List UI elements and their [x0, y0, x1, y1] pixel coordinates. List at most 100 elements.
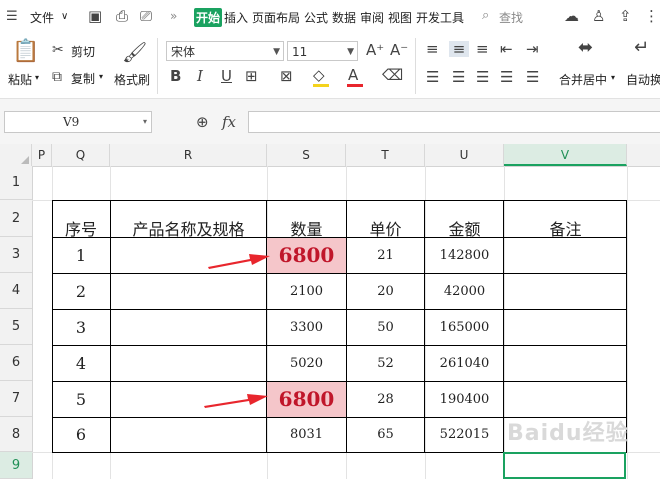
tab-developer[interactable]: 开发工具	[416, 9, 464, 26]
table-cell-price[interactable]: 65	[346, 427, 425, 442]
merge-cells-icon[interactable]: ⬌	[578, 39, 593, 57]
indent-decrease-icon[interactable]: ⇤	[500, 41, 513, 57]
table-header-cell[interactable]: 单价	[346, 216, 425, 240]
table-cell-amount[interactable]: 142800	[425, 248, 504, 263]
share-icon[interactable]: ⇪	[619, 8, 632, 24]
wrap-text-icon[interactable]: ↵	[634, 39, 649, 57]
row-header[interactable]: 7	[0, 381, 32, 417]
tab-data[interactable]: 数据	[332, 9, 356, 26]
table-header-cell[interactable]: 金额	[425, 216, 504, 240]
menu-file[interactable]: 文件	[30, 9, 54, 26]
fill-color-icon[interactable]: ◇	[313, 67, 325, 83]
cloud-sync-icon[interactable]: ☁	[564, 8, 579, 24]
distributed-icon[interactable]: ☰	[526, 69, 539, 85]
table-header-cell[interactable]: 数量	[267, 216, 346, 240]
table-cell-qty[interactable]: 8031	[267, 427, 346, 442]
table-cell-qty-highlight[interactable]: 6800	[267, 387, 346, 411]
column-header[interactable]: S	[267, 144, 346, 166]
save-icon[interactable]: ▣	[88, 8, 102, 24]
table-header-cell[interactable]: 产品名称及规格	[110, 216, 267, 240]
table-cell-amount[interactable]: 522015	[425, 427, 504, 442]
table-cell-qty[interactable]: 5020	[267, 356, 346, 371]
paste-dropdown-icon[interactable]: ▾	[35, 73, 39, 82]
row-header-selected[interactable]: 9	[0, 452, 32, 479]
row-header[interactable]: 1	[0, 166, 32, 200]
table-cell-no[interactable]: 2	[52, 282, 110, 301]
font-size-select[interactable]: 11 ▼	[287, 41, 358, 61]
more-quick-icon[interactable]: »	[170, 9, 177, 23]
copy-dropdown-icon[interactable]: ▾	[99, 72, 103, 81]
chevron-down-icon[interactable]: ∨	[61, 11, 68, 22]
align-left-icon[interactable]: ☰	[426, 69, 439, 85]
paste-icon[interactable]: 📋	[12, 40, 39, 64]
table-cell-amount[interactable]: 42000	[425, 284, 504, 299]
paste-button[interactable]: 粘贴	[8, 71, 32, 88]
print-icon[interactable]: ⎚	[140, 8, 152, 24]
justify-icon[interactable]: ☰	[500, 69, 513, 85]
table-cell-amount[interactable]: 261040	[425, 356, 504, 371]
table-cell-price[interactable]: 20	[346, 284, 425, 299]
table-cell-price[interactable]: 28	[346, 392, 425, 407]
table-cell-no[interactable]: 6	[52, 425, 110, 444]
tab-insert[interactable]: 插入	[224, 9, 248, 26]
merge-dropdown-icon[interactable]: ▾	[611, 73, 615, 82]
formula-input[interactable]	[248, 111, 660, 133]
fx-icon[interactable]: fx	[222, 113, 236, 131]
table-cell-no[interactable]: 1	[52, 246, 110, 265]
table-cell-no[interactable]: 4	[52, 354, 110, 373]
column-header[interactable]: Q	[52, 144, 110, 166]
search-label[interactable]: 查找	[499, 9, 523, 26]
increase-font-icon[interactable]: A⁺	[366, 42, 384, 58]
table-header-cell[interactable]: 序号	[52, 216, 110, 240]
more-icon[interactable]: ⋮	[644, 8, 659, 24]
row-header[interactable]: 5	[0, 309, 32, 345]
table-cell-qty[interactable]: 3300	[267, 320, 346, 335]
row-header[interactable]: 8	[0, 417, 32, 452]
italic-icon[interactable]: I	[197, 68, 203, 84]
copy-icon[interactable]: ⧉	[52, 69, 62, 85]
table-cell-no[interactable]: 3	[52, 318, 110, 337]
hamburger-menu-icon[interactable]: ☰	[6, 9, 18, 25]
align-bottom-icon[interactable]: ≡	[476, 41, 489, 57]
column-header[interactable]: P	[32, 144, 52, 166]
fill-pattern-icon[interactable]: ⊠	[280, 68, 293, 84]
tab-page-layout[interactable]: 页面布局	[252, 9, 300, 26]
format-painter-icon[interactable]: 🖌	[122, 40, 147, 64]
wrap-text-button[interactable]: 自动换	[626, 71, 660, 88]
copy-button[interactable]: 复制	[71, 70, 95, 87]
bold-icon[interactable]: B	[170, 68, 181, 84]
table-cell-price[interactable]: 50	[346, 320, 425, 335]
decrease-font-icon[interactable]: A⁻	[390, 42, 408, 58]
merge-center-button[interactable]: 合并居中	[559, 71, 607, 88]
column-header-selected[interactable]: V	[504, 144, 627, 166]
align-right-icon[interactable]: ☰	[476, 69, 489, 85]
select-all-corner[interactable]	[0, 144, 32, 166]
table-cell-qty-highlight[interactable]: 6800	[267, 243, 346, 267]
border-icon[interactable]: ⊞	[245, 68, 258, 84]
align-top-icon[interactable]: ≡	[426, 41, 439, 57]
column-header[interactable]: U	[425, 144, 504, 166]
row-header[interactable]: 2	[0, 200, 32, 237]
table-cell-amount[interactable]: 165000	[425, 320, 504, 335]
align-middle-icon[interactable]: ≡	[449, 41, 469, 57]
table-cell-no[interactable]: 5	[52, 390, 110, 409]
name-box[interactable]: V9 ▾	[4, 111, 152, 133]
underline-icon[interactable]: U	[221, 68, 232, 84]
zoom-icon[interactable]: ⊕	[196, 114, 209, 130]
format-painter-button[interactable]: 格式刷	[114, 71, 150, 88]
user-icon[interactable]: ♙	[592, 8, 605, 24]
table-cell-qty[interactable]: 2100	[267, 284, 346, 299]
column-header[interactable]: T	[346, 144, 425, 166]
tab-home[interactable]: 开始	[194, 8, 223, 27]
indent-increase-icon[interactable]: ⇥	[526, 41, 539, 57]
row-header[interactable]: 4	[0, 273, 32, 309]
table-cell-amount[interactable]: 190400	[425, 392, 504, 407]
clear-format-icon[interactable]: ⌫	[382, 67, 403, 83]
font-color-icon[interactable]: A	[348, 67, 358, 83]
align-center-icon[interactable]: ☰	[452, 69, 465, 85]
table-cell-price[interactable]: 21	[346, 248, 425, 263]
active-cell-selection[interactable]	[503, 452, 626, 479]
search-icon[interactable]: ⌕	[482, 8, 489, 24]
font-name-select[interactable]: 宋体 ▼	[166, 41, 284, 61]
table-cell-price[interactable]: 52	[346, 356, 425, 371]
